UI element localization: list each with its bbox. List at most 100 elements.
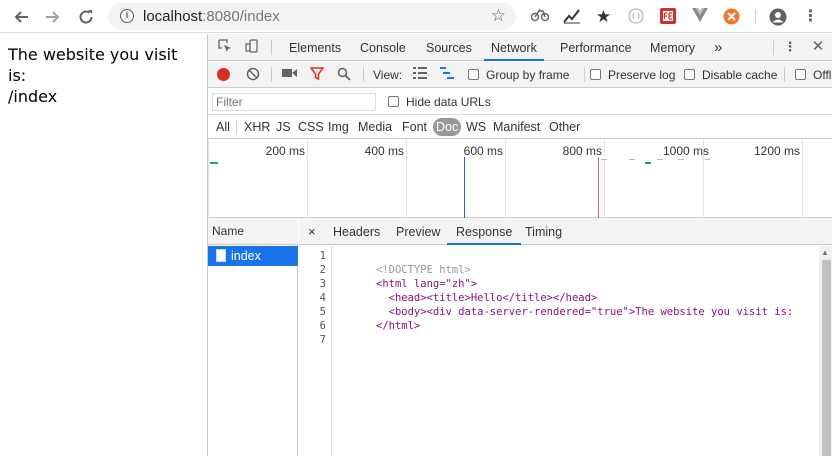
extension-bike-icon[interactable] (530, 8, 550, 25)
inspect-element-icon[interactable] (217, 39, 233, 55)
timeline-gridline (307, 139, 308, 218)
disable-cache-label: Disable cache (702, 68, 778, 82)
line-number-gutter: 1 2 3 4 5 6 7 (299, 246, 332, 456)
timeline-label: 200 ms (265, 144, 305, 158)
preserve-log-label: Preserve log (608, 68, 676, 82)
resource-type-bar: All XHR JS CSS Img Media Font Doc WS Man… (208, 115, 832, 139)
extension-fe-icon[interactable] (659, 8, 676, 25)
domcontentloaded-marker (464, 157, 465, 218)
filter-funnel-icon[interactable] (309, 67, 325, 83)
controls-separator-4 (784, 67, 785, 82)
type-img[interactable]: Img (326, 118, 351, 136)
type-css[interactable]: CSS (296, 118, 326, 136)
type-doc[interactable]: Doc (433, 118, 462, 136)
tab-memory[interactable]: Memory (650, 34, 695, 61)
devtools-menu-icon[interactable]: ⋮ (782, 39, 798, 55)
scrollbar-thumb[interactable] (822, 260, 831, 456)
browser-menu-icon[interactable]: ⋮ (802, 8, 819, 25)
document-icon (216, 249, 226, 262)
tab-separator-right (773, 40, 774, 55)
extension-orange-icon[interactable] (723, 8, 740, 25)
type-other[interactable]: Other (547, 118, 582, 136)
timeline-gridline (406, 139, 407, 218)
code-line: </html> (376, 320, 421, 332)
extension-circle-icon[interactable] (627, 8, 644, 25)
profile-avatar-icon[interactable] (769, 8, 787, 26)
type-separator (236, 120, 237, 134)
browser-toolbar: i localhost:8080/index ☆ ★ ⋮ (0, 0, 832, 33)
url-host: localhost (143, 8, 203, 25)
capture-screenshots-icon[interactable] (281, 67, 297, 83)
type-js[interactable]: JS (274, 118, 293, 136)
timeline-tick (601, 159, 607, 160)
timeline-tick (657, 159, 663, 160)
forward-arrow-icon[interactable] (42, 6, 64, 28)
hide-data-urls-checkbox[interactable] (388, 96, 399, 107)
controls-separator (271, 67, 272, 82)
offline-checkbox[interactable] (795, 69, 806, 80)
code-line: <head><title>Hello</title></head> (376, 292, 598, 304)
address-bar[interactable]: i localhost:8080/index ☆ (108, 3, 516, 30)
hide-data-urls-label: Hide data URLs (406, 95, 491, 109)
info-icon[interactable]: i (120, 9, 134, 23)
request-row-index[interactable]: index (208, 246, 298, 266)
type-manifest[interactable]: Manifest (491, 118, 542, 136)
tab-separator (271, 40, 272, 55)
tab-sources[interactable]: Sources (426, 34, 472, 61)
type-ws[interactable]: WS (464, 118, 488, 136)
record-icon[interactable] (217, 68, 230, 81)
list-view-icon[interactable] (412, 67, 428, 83)
type-media[interactable]: Media (356, 118, 394, 136)
reload-icon[interactable] (75, 6, 97, 28)
network-overview-timeline[interactable]: 200 ms 400 ms 600 ms 800 ms 1000 ms 1200… (208, 139, 832, 218)
waterfall-view-icon[interactable] (439, 67, 455, 83)
type-xhr[interactable]: XHR (242, 118, 272, 136)
line-number: 2 (319, 264, 326, 276)
extension-chart-icon[interactable] (563, 8, 580, 25)
type-font[interactable]: Font (400, 118, 429, 136)
network-controls-bar: View: Group by frame Preserve log Disabl… (208, 62, 832, 88)
type-all[interactable]: All (214, 118, 232, 136)
tab-console[interactable]: Console (360, 34, 406, 61)
timeline-gridline (604, 139, 605, 218)
bookmark-star-icon[interactable]: ☆ (491, 6, 506, 26)
device-toolbar-icon[interactable] (244, 39, 260, 55)
timeline-label: 600 ms (463, 144, 503, 158)
response-viewer[interactable]: 1 2 3 4 5 6 7 <!DOCTYPE html> <html lang… (299, 246, 832, 456)
clear-icon[interactable] (245, 67, 261, 83)
group-by-frame-checkbox[interactable] (468, 69, 479, 80)
response-scrollbar[interactable]: ▲ (819, 246, 832, 456)
preserve-log-checkbox[interactable] (590, 69, 601, 80)
disable-cache-checkbox[interactable] (684, 69, 695, 80)
timeline-label: 400 ms (364, 144, 404, 158)
filter-input[interactable] (212, 93, 376, 111)
extension-star-icon[interactable]: ★ (595, 8, 612, 25)
back-arrow-icon[interactable] (10, 6, 32, 28)
toolbar-separator (755, 9, 756, 24)
close-devtools-icon[interactable]: ✕ (810, 39, 826, 55)
url-text[interactable]: localhost:8080/index (143, 8, 280, 25)
close-detail-icon[interactable]: × (308, 218, 316, 245)
more-tabs-chevron-icon[interactable]: » (714, 34, 722, 61)
filter-bar: Hide data URLs (208, 89, 832, 115)
name-column-header[interactable]: Name (208, 218, 298, 245)
timeline-label: 1200 ms (753, 144, 800, 158)
scroll-up-arrow-icon[interactable]: ▲ (821, 248, 829, 257)
tab-network[interactable]: Network (484, 34, 544, 61)
tab-timing[interactable]: Timing (525, 218, 562, 245)
tab-performance[interactable]: Performance (560, 34, 632, 61)
tab-headers[interactable]: Headers (333, 218, 380, 245)
search-icon[interactable] (336, 67, 352, 83)
extension-vue-icon[interactable] (691, 8, 708, 25)
request-list: Name index (208, 218, 298, 456)
tab-elements[interactable]: Elements (289, 34, 341, 61)
controls-separator-3 (584, 67, 585, 82)
tab-response[interactable]: Response (447, 218, 522, 245)
timeline-gridline (802, 139, 803, 218)
code-line: <!DOCTYPE html> (376, 264, 471, 276)
load-marker (598, 157, 599, 218)
line-number: 1 (319, 250, 326, 262)
page-text-line1: The website you visit is: (8, 45, 178, 85)
tab-preview[interactable]: Preview (396, 218, 440, 245)
timeline-gridline (505, 139, 506, 218)
